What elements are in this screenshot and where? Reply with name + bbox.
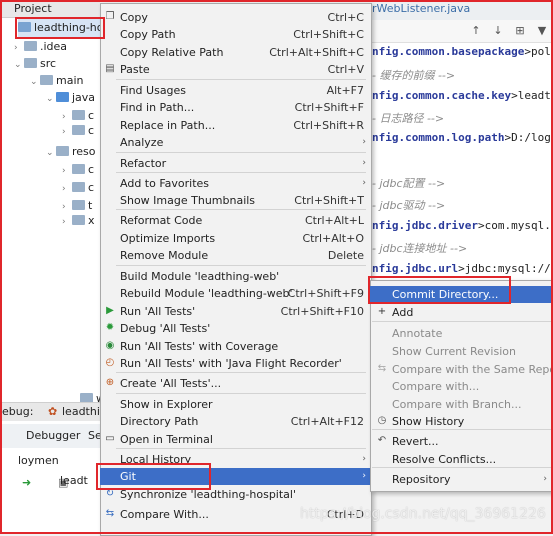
watermark: https://blog.csdn.net/qq_36961226	[300, 506, 546, 522]
project-annotation-box	[15, 17, 105, 39]
git-annotation-box	[96, 463, 211, 490]
commit-annotation-box	[368, 276, 511, 304]
outer-annotation-box	[0, 0, 553, 534]
